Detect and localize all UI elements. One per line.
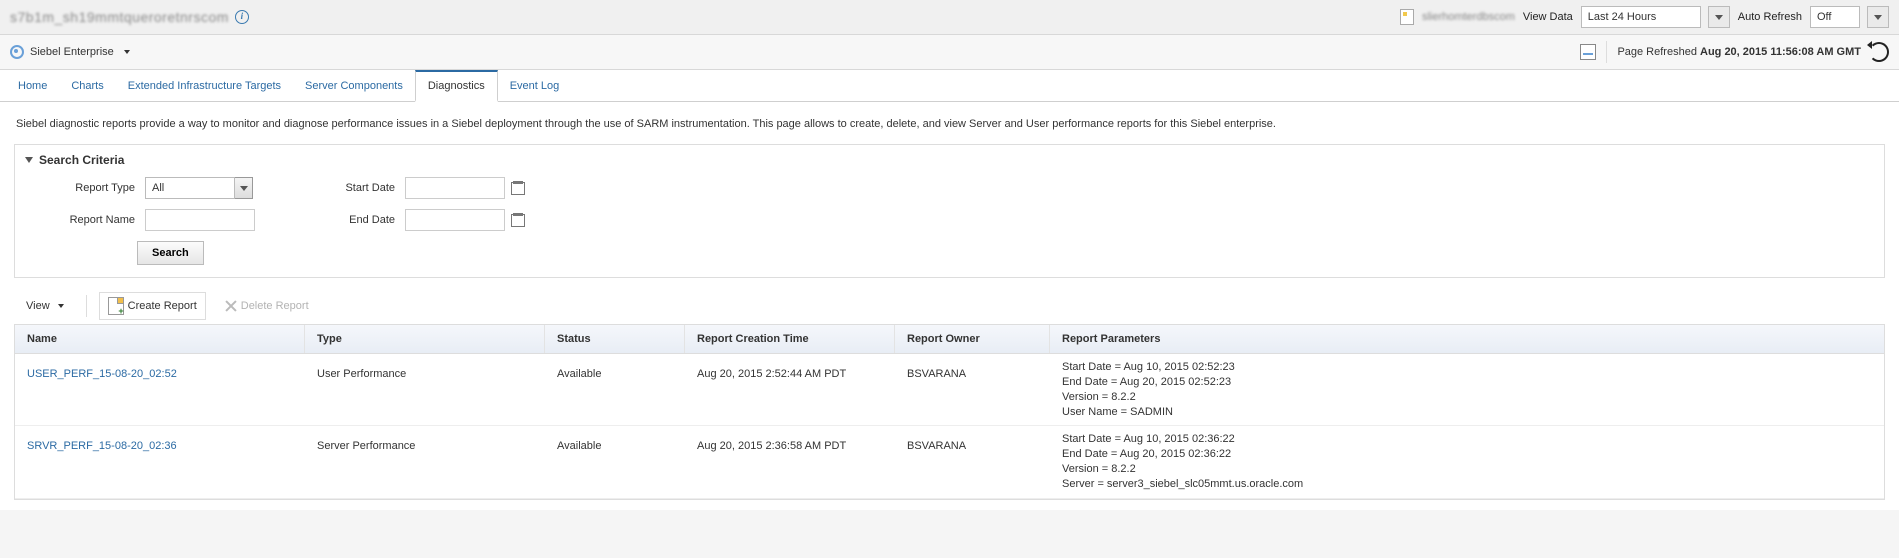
auto-refresh-dropdown-button[interactable] [1867, 6, 1889, 28]
calendar-icon[interactable] [511, 213, 525, 227]
auto-refresh-label: Auto Refresh [1738, 11, 1802, 23]
calendar-icon[interactable] [511, 181, 525, 195]
report-type-cell: Server Performance [305, 426, 545, 497]
table-row: USER_PERF_15-08-20_02:52User Performance… [15, 354, 1884, 426]
tabs: HomeChartsExtended Infrastructure Target… [0, 70, 1899, 102]
separator [1606, 41, 1607, 63]
report-parameters-cell: Start Date = Aug 10, 2015 02:52:23End Da… [1050, 354, 1884, 425]
delete-report-button: Delete Report [216, 295, 318, 317]
view-data-select[interactable]: Last 24 Hours [1581, 6, 1701, 28]
column-header[interactable]: Name [15, 325, 305, 353]
target-icon [10, 45, 24, 59]
info-icon[interactable]: i [235, 10, 249, 24]
chevron-down-icon [240, 186, 248, 191]
column-header[interactable]: Report Creation Time [685, 325, 895, 353]
new-document-icon [108, 297, 124, 315]
page-refreshed-label: Page Refreshed [1617, 46, 1697, 58]
intro-text: Siebel diagnostic reports provide a way … [16, 118, 1883, 130]
delete-report-label: Delete Report [241, 300, 309, 312]
search-criteria-title: Search Criteria [39, 153, 124, 167]
page-refreshed-time: Aug 20, 2015 11:56:08 AM GMT [1700, 46, 1861, 58]
tab-server-components[interactable]: Server Components [293, 70, 415, 102]
auto-refresh-select[interactable]: Off [1810, 6, 1860, 28]
report-creation-cell: Aug 20, 2015 2:52:44 AM PDT [685, 354, 895, 425]
report-type-label: Report Type [25, 182, 135, 194]
search-criteria-header: Search Criteria [25, 153, 1874, 167]
table-header: NameTypeStatusReport Creation TimeReport… [15, 324, 1884, 354]
tab-extended-infrastructure-targets[interactable]: Extended Infrastructure Targets [116, 70, 293, 102]
table-row: SRVR_PERF_15-08-20_02:36Server Performan… [15, 426, 1884, 498]
server-icon [1400, 9, 1414, 25]
server-name[interactable]: slierhomterdbscom [1422, 11, 1515, 23]
top-left: s7b1m_sh19mmtqueroretnrscom i [10, 9, 249, 25]
search-criteria-grid: Report Type All Start Date Report Name E… [25, 177, 1874, 231]
top-right: slierhomterdbscom View Data Last 24 Hour… [1400, 6, 1889, 28]
column-header[interactable]: Report Parameters [1050, 325, 1884, 353]
view-menu[interactable]: View [16, 296, 74, 316]
report-type-select[interactable]: All [145, 177, 265, 199]
sub-bar: Siebel Enterprise Page Refreshed Aug 20,… [0, 35, 1899, 70]
report-name-link[interactable]: SRVR_PERF_15-08-20_02:36 [15, 426, 305, 497]
tab-home[interactable]: Home [6, 70, 59, 102]
create-report-button[interactable]: Create Report [99, 292, 206, 320]
report-type-cell: User Performance [305, 354, 545, 425]
report-status-cell: Available [545, 426, 685, 497]
search-button[interactable]: Search [137, 241, 204, 265]
search-button-row: Search [25, 241, 1874, 265]
toolbar: View Create Report Delete Report [14, 288, 1885, 324]
end-date-wrap [405, 209, 525, 231]
auto-refresh-value: Off [1817, 11, 1831, 23]
report-type-value: All [152, 182, 164, 194]
target-menu[interactable]: Siebel Enterprise [10, 45, 130, 59]
table-body: USER_PERF_15-08-20_02:52User Performance… [15, 354, 1884, 499]
report-name-link[interactable]: USER_PERF_15-08-20_02:52 [15, 354, 305, 425]
delete-icon [225, 300, 237, 312]
tab-event-log[interactable]: Event Log [498, 70, 572, 102]
chevron-down-icon [1874, 15, 1882, 20]
content: Siebel diagnostic reports provide a way … [0, 102, 1899, 510]
top-bar: s7b1m_sh19mmtqueroretnrscom i slierhomte… [0, 0, 1899, 35]
target-menu-label: Siebel Enterprise [30, 46, 114, 58]
sub-right: Page Refreshed Aug 20, 2015 11:56:08 AM … [1580, 41, 1889, 63]
disclosure-icon[interactable] [25, 157, 33, 163]
report-type-dropdown-button[interactable] [235, 177, 253, 199]
page-context-icon[interactable] [1580, 44, 1596, 60]
report-owner-cell: BSVARANA [895, 426, 1050, 497]
column-header[interactable]: Status [545, 325, 685, 353]
separator [86, 295, 87, 317]
view-data-value: Last 24 Hours [1588, 11, 1656, 23]
refresh-icon[interactable] [1869, 42, 1889, 62]
column-header[interactable]: Report Owner [895, 325, 1050, 353]
start-date-label: Start Date [275, 182, 395, 194]
report-name-input[interactable] [145, 209, 255, 231]
reports-table: NameTypeStatusReport Creation TimeReport… [14, 324, 1885, 500]
start-date-input[interactable] [405, 177, 505, 199]
target-title: s7b1m_sh19mmtqueroretnrscom [10, 9, 229, 25]
page-refreshed-text: Page Refreshed Aug 20, 2015 11:56:08 AM … [1617, 46, 1861, 58]
report-name-label: Report Name [25, 214, 135, 226]
create-report-label: Create Report [128, 300, 197, 312]
report-status-cell: Available [545, 354, 685, 425]
report-owner-cell: BSVARANA [895, 354, 1050, 425]
chevron-down-icon [124, 50, 130, 54]
view-data-label: View Data [1523, 11, 1573, 23]
view-menu-label: View [26, 300, 50, 312]
end-date-label: End Date [275, 214, 395, 226]
chevron-down-icon [58, 304, 64, 308]
column-header[interactable]: Type [305, 325, 545, 353]
report-creation-cell: Aug 20, 2015 2:36:58 AM PDT [685, 426, 895, 497]
report-parameters-cell: Start Date = Aug 10, 2015 02:36:22End Da… [1050, 426, 1884, 497]
tab-charts[interactable]: Charts [59, 70, 115, 102]
tab-diagnostics[interactable]: Diagnostics [415, 70, 498, 102]
view-data-dropdown-button[interactable] [1708, 6, 1730, 28]
search-criteria-panel: Search Criteria Report Type All Start Da… [14, 144, 1885, 278]
end-date-input[interactable] [405, 209, 505, 231]
chevron-down-icon [1715, 15, 1723, 20]
start-date-wrap [405, 177, 525, 199]
